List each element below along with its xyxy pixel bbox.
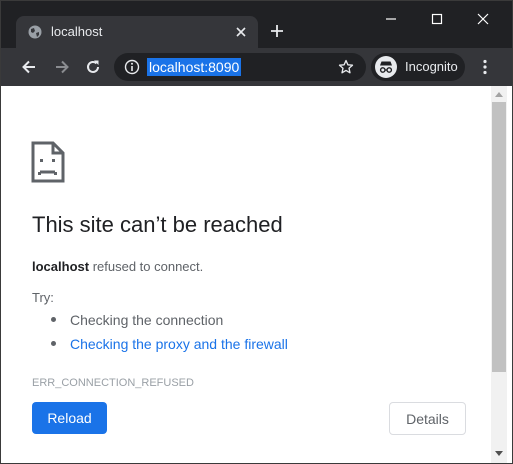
- bullet-dot: [51, 340, 56, 346]
- error-page: This site can’t be reached localhost ref…: [1, 86, 491, 463]
- forward-arrow-icon[interactable]: [53, 58, 71, 76]
- suggestion-item: Checking the connection: [51, 312, 223, 328]
- more-menu-icon[interactable]: [478, 58, 492, 76]
- error-message: refused to connect.: [89, 259, 204, 274]
- browser-toolbar: localhost:8090 Incognito: [1, 48, 512, 86]
- new-tab-plus-icon[interactable]: [269, 23, 285, 39]
- url-text[interactable]: localhost:8090: [147, 58, 242, 76]
- globe-icon: [28, 25, 42, 39]
- incognito-label: Incognito: [405, 59, 458, 74]
- incognito-indicator[interactable]: Incognito: [371, 53, 465, 81]
- try-label: Try:: [32, 290, 54, 305]
- title-bar: localhost: [1, 1, 512, 48]
- browser-window: localhost localhost:8090 Incognito This …: [0, 0, 513, 464]
- back-arrow-icon[interactable]: [20, 58, 38, 76]
- close-tab-icon[interactable]: [234, 25, 248, 39]
- bookmark-star-icon[interactable]: [338, 59, 354, 75]
- incognito-icon: [375, 56, 397, 78]
- tab-localhost[interactable]: localhost: [16, 16, 258, 48]
- vertical-scrollbar[interactable]: [491, 86, 507, 463]
- reload-button[interactable]: Reload: [32, 402, 107, 434]
- error-title: This site can’t be reached: [32, 212, 283, 237]
- address-bar[interactable]: localhost:8090: [114, 53, 366, 81]
- scroll-up-arrow-icon[interactable]: [495, 92, 503, 97]
- suggestion-item: Checking the proxy and the firewall: [51, 336, 288, 352]
- scroll-down-arrow-icon[interactable]: [495, 451, 503, 456]
- scrollbar-thumb[interactable]: [492, 102, 506, 372]
- maximize-icon[interactable]: [429, 11, 445, 27]
- suggestion-text: Checking the connection: [70, 312, 224, 328]
- site-info-icon[interactable]: [124, 59, 140, 75]
- proxy-firewall-link[interactable]: Checking the proxy and the firewall: [70, 336, 288, 352]
- bullet-dot: [51, 316, 56, 322]
- minimize-icon[interactable]: [383, 11, 399, 27]
- close-window-icon[interactable]: [475, 11, 491, 27]
- error-description: localhost refused to connect.: [32, 259, 203, 274]
- sad-page-icon: [31, 141, 65, 183]
- error-code: ERR_CONNECTION_REFUSED: [32, 377, 194, 389]
- details-button[interactable]: Details: [389, 402, 466, 435]
- error-host: localhost: [32, 259, 90, 274]
- reload-icon[interactable]: [84, 58, 102, 76]
- tab-title: localhost: [51, 24, 103, 39]
